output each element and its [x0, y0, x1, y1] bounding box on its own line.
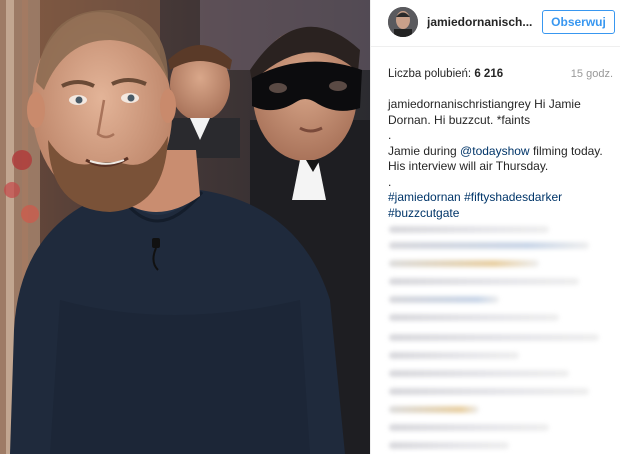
follow-button[interactable]: Obserwuj	[542, 10, 615, 34]
caption-text-3a: Jamie during	[388, 143, 461, 158]
profile-avatar[interactable]	[388, 7, 418, 37]
blurred-comment	[389, 242, 589, 249]
likes-count[interactable]: Liczba polubień: 6 216	[388, 68, 503, 80]
blurred-comment	[389, 442, 509, 449]
blurred-comment	[389, 352, 519, 359]
blurred-comment	[389, 226, 549, 233]
post-caption: jamiedornanischristiangrey Hi Jamie Dorn…	[388, 97, 613, 221]
post-timestamp[interactable]: 15 godz.	[571, 68, 613, 80]
caption-hashtags-1: #jamiedornan #fiftyshadesdarker	[388, 190, 613, 206]
hashtag-link[interactable]: #jamiedornan	[388, 190, 461, 204]
post-header: jamiedornanisch... Obserwuj	[371, 0, 620, 47]
caption-dot-1: .	[388, 128, 392, 142]
post-photo-illustration	[0, 0, 370, 454]
blurred-comment	[389, 314, 559, 321]
caption-line-3: Jamie during @todayshow filming today.	[388, 144, 613, 160]
caption-text-3b: filming today.	[529, 143, 603, 158]
blurred-comment	[389, 406, 479, 413]
likes-row: Liczba polubień: 6 216 15 godz.	[388, 68, 613, 84]
caption-dot-2: .	[388, 174, 392, 189]
likes-label: Liczba polubień:	[388, 68, 472, 80]
username-link[interactable]: jamiedornanisch...	[427, 15, 537, 29]
avatar-image	[388, 7, 418, 37]
caption-line-1: jamiedornanischristiangrey Hi Jamie	[388, 97, 613, 113]
blurred-comment	[389, 334, 599, 341]
blurred-comment	[389, 370, 569, 377]
blurred-comment	[389, 278, 579, 285]
caption-line-4: His interview will air Thursday.	[388, 159, 549, 173]
blurred-comments	[381, 212, 620, 454]
hashtag-link[interactable]: #fiftyshadesdarker	[464, 190, 562, 204]
blurred-comment	[389, 260, 539, 267]
post-sidebar: jamiedornanisch... Obserwuj Liczba polub…	[370, 0, 620, 454]
blurred-comment	[389, 424, 549, 431]
likes-number: 6 216	[474, 68, 504, 80]
blurred-comment	[389, 296, 499, 303]
blurred-comment	[389, 388, 589, 395]
caption-line-2: Dornan. Hi buzzcut. *faints	[388, 112, 531, 127]
caption-text-1: Hi Jamie	[530, 97, 581, 111]
mention-link[interactable]: @todayshow	[460, 144, 530, 158]
post-photo[interactable]	[0, 0, 370, 454]
caption-author[interactable]: jamiedornanischristiangrey	[388, 97, 531, 111]
